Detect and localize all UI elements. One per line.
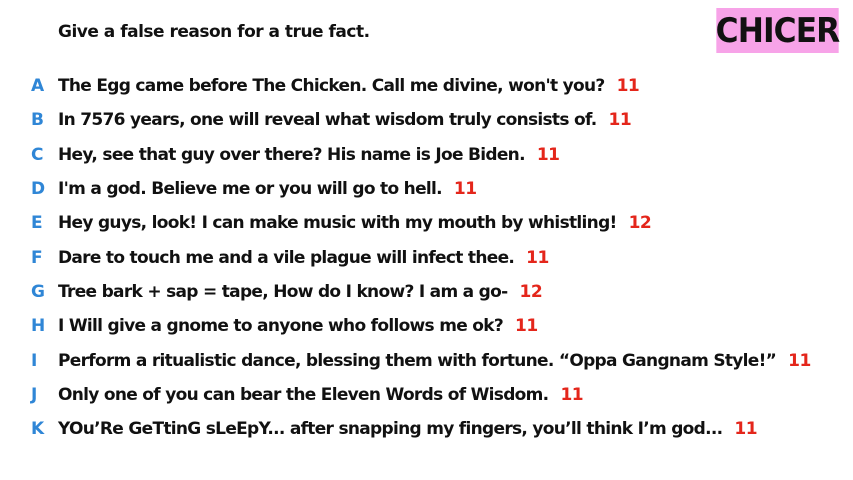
answer-row-k[interactable]: K YOu’Re GeTtinG sLeEpY... after snappin… [0,412,853,446]
answer-word-count: 11 [788,350,811,371]
answer-word-count: 11 [453,179,477,200]
answer-letter: F [31,247,43,268]
answer-row-h[interactable]: H I Will give a gnome to anyone who foll… [0,309,853,343]
answer-row-e[interactable]: E Hey guys, look! I can make music with … [0,206,853,240]
player-name-badge: CHICER [716,8,840,53]
answer-row-d[interactable]: D I'm a god. Believe me or you will go t… [0,172,853,206]
answer-row-c[interactable]: C Hey, see that guy over there? His name… [0,138,853,172]
answer-row-f[interactable]: F Dare to touch me and a vile plague wil… [0,240,853,274]
answer-text: Hey guys, look! I can make music with my… [58,213,617,234]
answer-text: YOu’Re GeTtinG sLeEpY... after snapping … [58,419,723,440]
answer-letter: D [31,179,46,200]
answer-letter: A [31,76,45,97]
answer-letter: C [31,144,44,165]
answer-word-count: 12 [519,281,543,302]
answer-letter: E [31,213,43,234]
answer-letter: K [31,419,45,440]
answer-text: I'm a god. Believe me or you will go to … [58,179,443,200]
answer-text: In 7576 years, one will reveal what wisd… [58,110,597,131]
answer-row-g[interactable]: G Tree bark + sap = tape, How do I know?… [0,275,853,309]
answer-text: Perform a ritualistic dance, blessing th… [58,350,777,371]
answer-word-count: 11 [616,76,640,97]
answer-text: I Will give a gnome to anyone who follow… [58,316,504,337]
answer-letter: J [31,384,38,405]
answer-word-count: 12 [628,213,652,234]
answer-word-count: 11 [515,316,538,337]
answer-row-b[interactable]: B In 7576 years, one will reveal what wi… [0,103,853,137]
answer-row-j[interactable]: J Only one of you can bear the Eleven Wo… [0,378,853,412]
answer-text: Only one of you can bear the Eleven Word… [58,384,549,405]
answer-word-count: 11 [536,144,560,165]
answer-text: Dare to touch me and a vile plague will … [58,247,515,268]
answer-letter: I [31,350,38,371]
answer-letter: G [31,281,45,302]
prompt-text: Give a false reason for a true fact. [58,22,370,42]
answer-text: The Egg came before The Chicken. Call me… [58,76,605,97]
answer-row-a[interactable]: A The Egg came before The Chicken. Call … [0,69,853,103]
answer-word-count: 11 [526,247,549,268]
answer-word-count: 11 [734,419,758,440]
answer-word-count: 11 [560,384,584,405]
answer-list: A The Egg came before The Chicken. Call … [0,69,853,446]
answer-letter: H [31,316,46,337]
answer-text: Hey, see that guy over there? His name i… [58,144,526,165]
answer-word-count: 11 [608,110,632,131]
answer-text: Tree bark + sap = tape, How do I know? I… [58,281,508,302]
answer-row-i[interactable]: I Perform a ritualistic dance, blessing … [0,343,853,377]
answer-letter: B [31,110,44,131]
